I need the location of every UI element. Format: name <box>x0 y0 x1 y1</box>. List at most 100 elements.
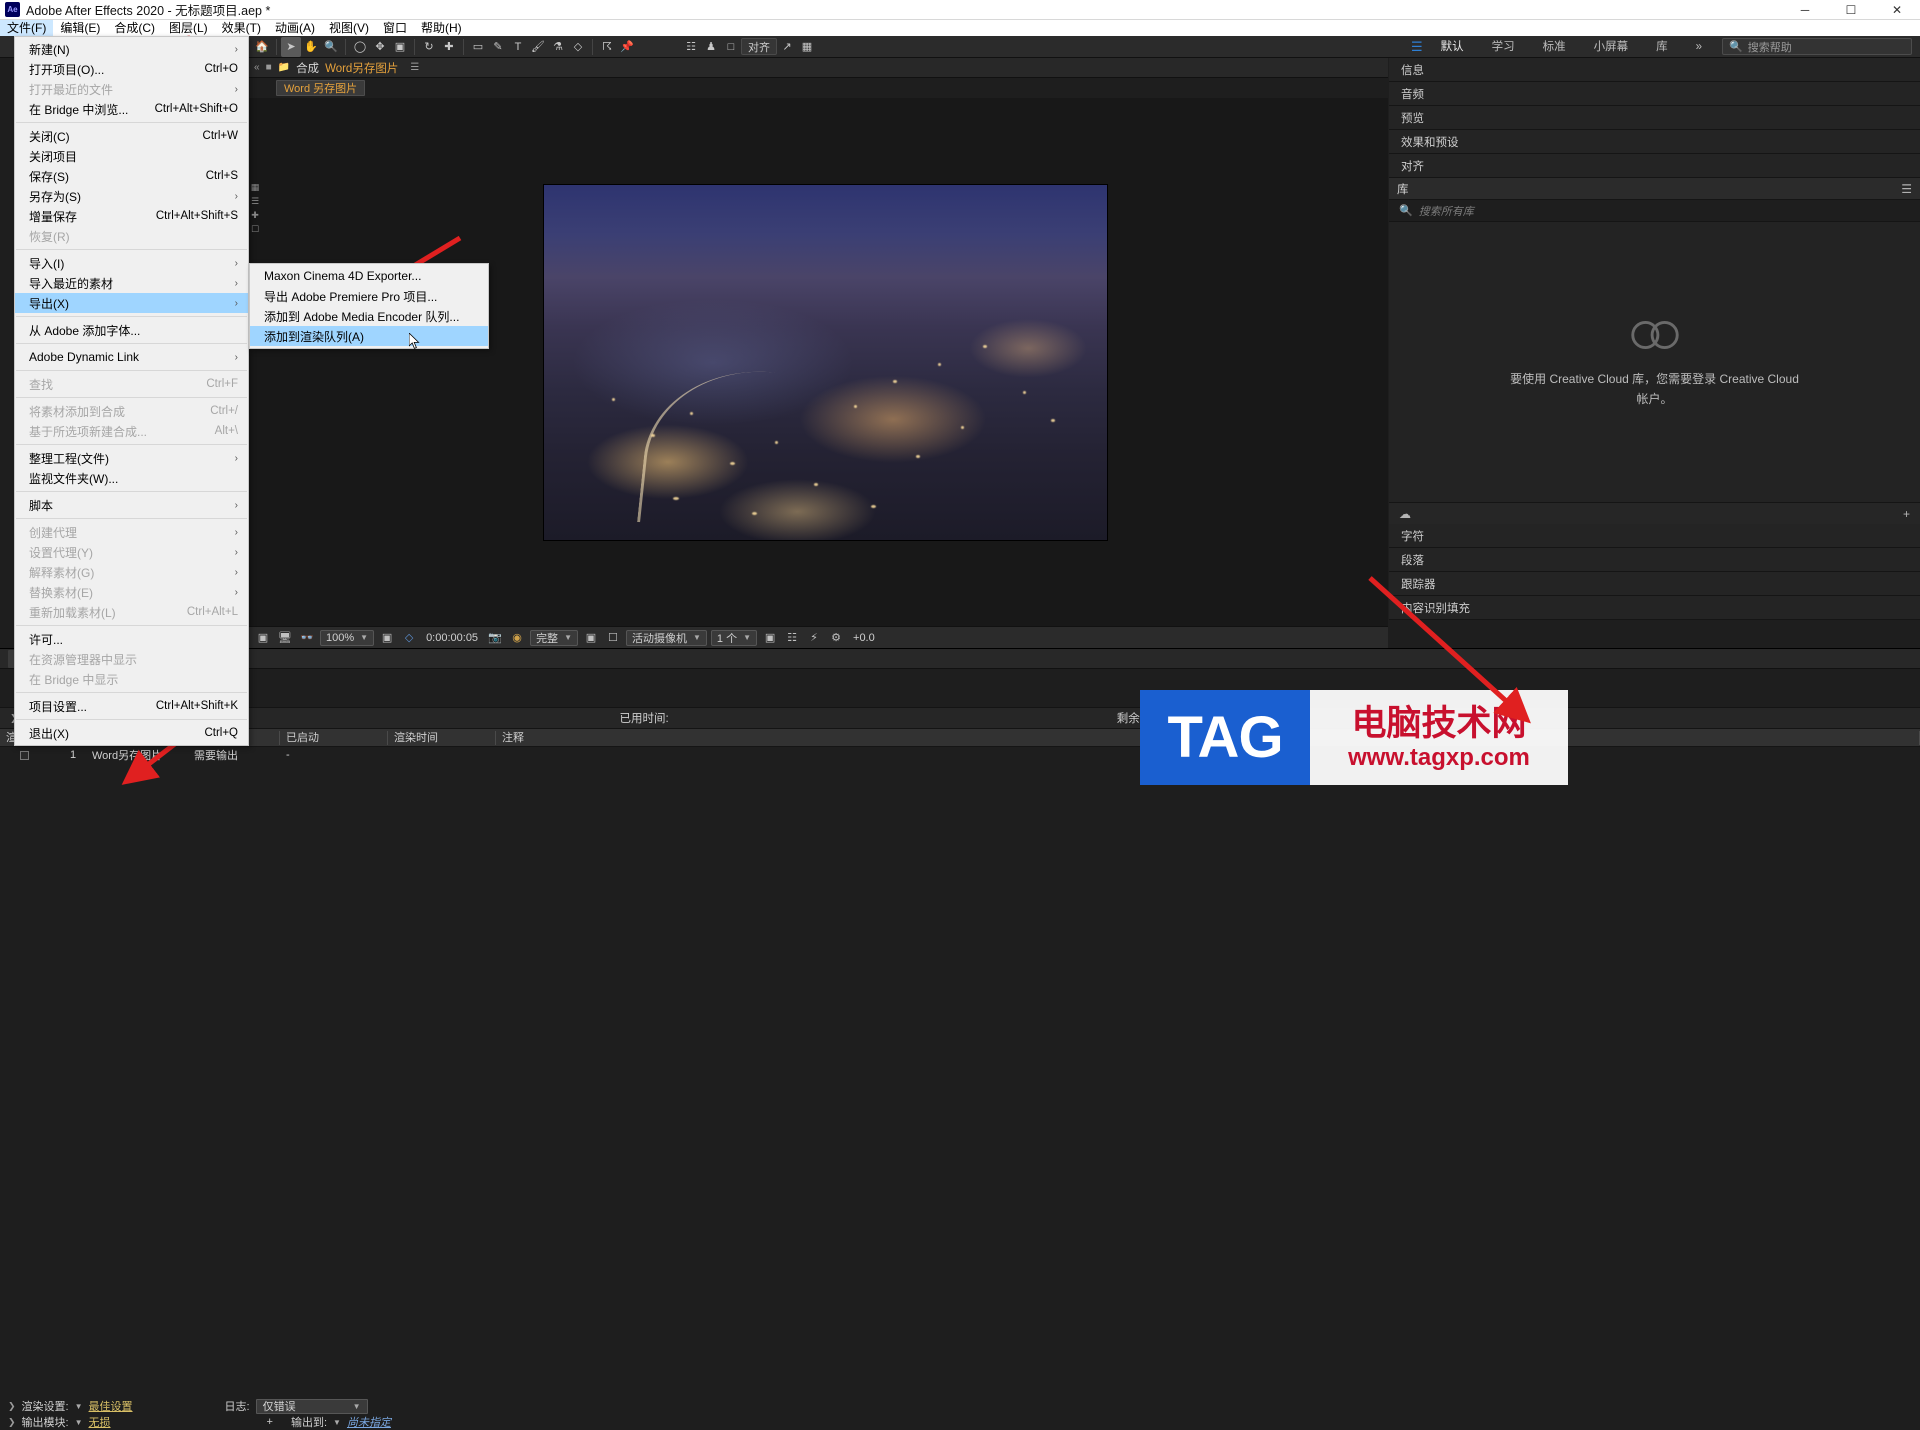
menu-help[interactable]: 帮助(H) <box>414 20 469 36</box>
zoom-icon[interactable]: 🔍 <box>321 37 341 57</box>
snapping-icon[interactable]: ☷ <box>681 37 701 57</box>
brush-icon[interactable]: 🖌 <box>528 37 548 57</box>
panel-character[interactable]: 字符 <box>1389 524 1920 548</box>
menu-layer[interactable]: 图层(L) <box>162 20 215 36</box>
comp-flowchart-icon[interactable]: ▦ <box>797 37 817 57</box>
maximize-button[interactable]: ☐ <box>1828 0 1874 20</box>
workspace-library[interactable]: 库 <box>1642 36 1682 58</box>
file-menu-item[interactable]: 关闭项目 <box>15 146 248 166</box>
mask-icon[interactable]: □ <box>721 37 741 57</box>
chevron-right-icon[interactable]: ❯ <box>8 1401 16 1412</box>
menu-animation[interactable]: 动画(A) <box>268 20 322 36</box>
panel-preview[interactable]: 预览 <box>1389 106 1920 130</box>
chevron-right-icon[interactable]: ❯ <box>8 1417 16 1428</box>
timeline-icon[interactable]: ☷ <box>783 630 801 646</box>
libraries-search-box[interactable]: 🔍 搜索所有库 <box>1389 200 1920 222</box>
export-submenu[interactable]: Maxon Cinema 4D Exporter... 导出 Adobe Prem… <box>249 263 489 349</box>
lock-icon[interactable]: « <box>254 62 260 73</box>
rectangle-icon[interactable]: ▭ <box>468 37 488 57</box>
panel-content-aware-fill[interactable]: 内容识别填充 <box>1389 596 1920 620</box>
export-submenu-item[interactable]: 添加到渲染队列(A) <box>250 326 488 346</box>
file-menu-item[interactable]: 另存为(S) › <box>15 186 248 206</box>
menu-composition[interactable]: 合成(C) <box>107 20 162 36</box>
chevron-down-icon[interactable]: ▼ <box>75 1418 83 1427</box>
file-menu-item[interactable]: 项目设置... Ctrl+Alt+Shift+K <box>15 696 248 716</box>
file-menu-item[interactable]: 导入(I) › <box>15 253 248 273</box>
panel-effects-presets[interactable]: 效果和预设 <box>1389 130 1920 154</box>
always-preview-icon[interactable]: ▣ <box>254 630 272 646</box>
render-checkbox[interactable] <box>19 750 29 760</box>
transparency-grid-icon[interactable]: ◇ <box>400 630 418 646</box>
file-menu-item[interactable]: 退出(X) Ctrl+Q <box>15 723 248 743</box>
panel-menu-icon[interactable]: ☰ <box>410 62 419 73</box>
current-render-row[interactable]: ❯ 当前渲染 已用时间: 剩余 <box>0 707 1920 729</box>
export-submenu-item[interactable]: 添加到 Adobe Media Encoder 队列... <box>250 306 488 326</box>
align-panel-chip[interactable]: 对齐 <box>741 38 777 55</box>
channel-icon[interactable]: ▣ <box>582 630 600 646</box>
menu-file[interactable]: 文件(F) <box>0 20 54 36</box>
cloud-sync-icon[interactable]: ☁ <box>1399 507 1411 521</box>
pen-icon[interactable]: ✎ <box>488 37 508 57</box>
pixel-aspect-icon[interactable]: ▣ <box>761 630 779 646</box>
hand-icon[interactable]: ✋ <box>301 37 321 57</box>
view-count-select[interactable]: 1 个 ▼ <box>710 629 758 646</box>
monitor-icon[interactable]: 🖥 <box>276 630 294 646</box>
renderer-icon[interactable]: ⚙ <box>827 630 845 646</box>
menu-view[interactable]: 视图(V) <box>322 20 376 36</box>
menu-effect[interactable]: 效果(T) <box>215 20 268 36</box>
resolution-select[interactable]: 完整 ▼ <box>530 629 578 646</box>
composition-name-label[interactable]: Word另存图片 <box>325 60 398 76</box>
column-started[interactable]: 已启动 <box>280 730 388 745</box>
select-arrow-icon[interactable]: ➤ <box>281 36 301 57</box>
file-menu-item[interactable]: 许可... <box>15 629 248 649</box>
camera-view-select[interactable]: 活动摄像机 ▼ <box>625 629 707 646</box>
plus-icon[interactable]: + <box>267 1416 273 1428</box>
file-menu-item[interactable]: 整理工程(文件) › <box>15 448 248 468</box>
menu-edit[interactable]: 编辑(E) <box>53 20 107 36</box>
file-menu-item[interactable]: 增量保存 Ctrl+Alt+Shift+S <box>15 206 248 226</box>
mask-toggle-icon[interactable]: ☐ <box>604 630 622 646</box>
composition-tab-label[interactable]: 合成 <box>296 60 319 76</box>
puppet-pin-icon[interactable]: 📌 <box>617 37 637 57</box>
panel-tracker[interactable]: 跟踪器 <box>1389 572 1920 596</box>
log-select[interactable]: 仅错误 ▼ <box>255 1398 368 1414</box>
type-icon[interactable]: T <box>508 37 528 57</box>
file-menu-item[interactable]: 脚本 › <box>15 495 248 515</box>
plus-icon[interactable]: + <box>1903 507 1910 521</box>
chevron-down-icon[interactable]: ▼ <box>75 1402 83 1411</box>
file-menu-item[interactable]: Adobe Dynamic Link › <box>15 347 248 367</box>
menu-window[interactable]: 窗口 <box>376 20 414 36</box>
file-menu-item[interactable]: 从 Adobe 添加字体... <box>15 320 248 340</box>
file-menu-item[interactable]: 导入最近的素材 › <box>15 273 248 293</box>
ruler-icon[interactable]: ☰ <box>249 194 261 208</box>
file-menu-item[interactable]: 导出(X) › <box>15 293 248 313</box>
dolly-camera-icon[interactable]: ▣ <box>390 37 410 57</box>
folder-icon[interactable]: 📁 <box>278 62 290 73</box>
output-to-value[interactable]: 尚未指定 <box>347 1414 391 1430</box>
file-menu-dropdown[interactable]: 新建(N) › 打开项目(O)... Ctrl+O 打开最近的文件 › 在 Bridge 中… <box>14 36 249 746</box>
grid-icon[interactable]: ▦ <box>249 180 261 194</box>
close-button[interactable]: ✕ <box>1874 0 1920 20</box>
file-menu-item[interactable]: 保存(S) Ctrl+S <box>15 166 248 186</box>
panel-info[interactable]: 信息 <box>1389 58 1920 82</box>
panel-paragraph[interactable]: 段落 <box>1389 548 1920 572</box>
column-render-time[interactable]: 渲染时间 <box>388 730 496 745</box>
row-comp-name[interactable]: Word另存图片 <box>86 747 188 763</box>
file-menu-item[interactable]: 监视文件夹(W)... <box>15 468 248 488</box>
graph-editor-icon[interactable]: ↗ <box>777 37 797 57</box>
export-submenu-item[interactable]: 导出 Adobe Premiere Pro 项目... <box>250 286 488 306</box>
file-menu-item[interactable]: 关闭(C) Ctrl+W <box>15 126 248 146</box>
guides-icon[interactable]: ✚ <box>249 208 261 222</box>
chevron-down-icon[interactable]: ▼ <box>333 1418 341 1427</box>
help-search-box[interactable]: 🔍 搜索帮助 <box>1722 38 1912 55</box>
current-time-display[interactable]: 0:00:00:05 <box>422 632 482 644</box>
anchor-point-icon[interactable]: ✚ <box>439 37 459 57</box>
workspace-menu-icon[interactable]: ☰ <box>1411 39 1423 55</box>
3d-glasses-icon[interactable]: 👓 <box>298 630 316 646</box>
file-menu-item[interactable]: 打开项目(O)... Ctrl+O <box>15 59 248 79</box>
exposure-value[interactable]: +0.0 <box>849 632 879 644</box>
output-module-value[interactable]: 无损 <box>89 1414 111 1430</box>
composition-breadcrumb[interactable]: Word 另存图片 <box>276 80 366 96</box>
stop-icon[interactable]: ■ <box>266 62 272 73</box>
export-submenu-item[interactable]: Maxon Cinema 4D Exporter... <box>250 266 488 286</box>
